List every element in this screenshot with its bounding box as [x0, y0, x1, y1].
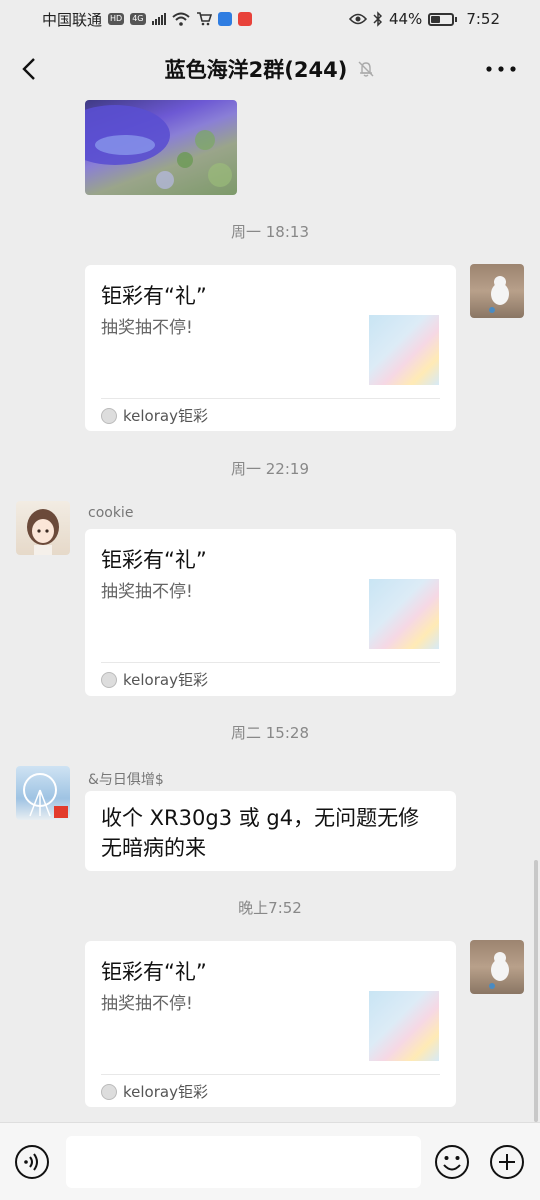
card-source: keloray钜彩: [101, 1081, 208, 1102]
scrollbar[interactable]: [534, 860, 538, 1122]
link-card[interactable]: 钜彩有“礼” 抽奖抽不停! keloray钜彩: [85, 529, 456, 696]
card-thumbnail: [369, 579, 439, 649]
timestamp: 晚上7:52: [238, 899, 302, 917]
card-divider: [101, 662, 440, 663]
back-arrow-icon[interactable]: [16, 54, 46, 84]
wifi-icon: [171, 12, 190, 26]
source-logo-icon: [101, 407, 117, 424]
source-logo-icon: [101, 1083, 117, 1100]
avatar[interactable]: [16, 766, 70, 820]
clock: 7:52: [466, 10, 500, 28]
chat-header: 蓝色海洋2群(244): [0, 38, 540, 100]
cloud-app-icon: [217, 12, 232, 26]
battery-icon: [428, 12, 458, 26]
bear-figure-avatar-image: [489, 952, 509, 989]
battery-fill: [431, 15, 441, 23]
girl-avatar-image: [27, 509, 59, 555]
card-description: 抽奖抽不停!: [101, 318, 193, 338]
image-message[interactable]: [85, 100, 237, 195]
card-source-label: keloray钜彩: [123, 1083, 208, 1101]
eye-icon: [348, 13, 367, 25]
card-title: 钜彩有“礼”: [101, 548, 207, 572]
timestamp: 周一 22:19: [231, 460, 309, 478]
card-description: 抽奖抽不停!: [101, 994, 193, 1014]
avatar[interactable]: [470, 940, 524, 994]
emoji-icon[interactable]: [434, 1144, 470, 1180]
more-icon[interactable]: [484, 54, 518, 84]
chat-area[interactable]: 周一 18:13 钜彩有“礼” 抽奖抽不停! keloray钜彩 周一 22:1…: [0, 100, 540, 1122]
carrier-label: 中国联通: [42, 10, 103, 29]
card-divider: [101, 398, 440, 399]
timestamp: 周一 18:13: [231, 223, 309, 241]
text-message[interactable]: 收个 XR30g3 或 g4，无问题无修无暗病的来: [85, 791, 456, 871]
page-title: 蓝色海洋2群(244): [164, 58, 348, 82]
timestamp: 周二 15:28: [231, 724, 309, 742]
voice-icon[interactable]: [14, 1144, 50, 1180]
cart-icon: [196, 12, 212, 26]
network-badge: 4G: [130, 13, 146, 25]
card-source: keloray钜彩: [101, 669, 208, 690]
status-right: 44% 7:52: [348, 10, 500, 28]
bear-figure-avatar-image: [489, 276, 509, 313]
sender-name: cookie: [88, 505, 134, 521]
avatar[interactable]: [470, 264, 524, 318]
red-app-icon: [237, 12, 252, 26]
card-source-label: keloray钜彩: [123, 671, 208, 689]
link-card[interactable]: 钜彩有“礼” 抽奖抽不停! keloray钜彩: [85, 265, 456, 431]
status-left: 中国联通 HD 4G: [42, 9, 252, 30]
card-thumbnail: [369, 991, 439, 1061]
input-bar: [0, 1122, 540, 1200]
mute-bell-icon: [358, 61, 374, 77]
status-bar: 中国联通 HD 4G 44% 7:52: [0, 0, 540, 38]
sender-name: &与日俱增$: [88, 772, 164, 788]
plus-icon[interactable]: [489, 1144, 525, 1180]
avatar[interactable]: [16, 501, 70, 555]
signal-icon: [151, 13, 166, 25]
card-title: 钜彩有“礼”: [101, 284, 207, 308]
message-input[interactable]: [66, 1136, 421, 1188]
fish-image: [85, 105, 232, 189]
ferris-wheel-avatar-image: [23, 773, 68, 818]
link-card[interactable]: 钜彩有“礼” 抽奖抽不停! keloray钜彩: [85, 941, 456, 1107]
source-logo-icon: [101, 671, 117, 688]
card-thumbnail: [369, 315, 439, 385]
card-source: keloray钜彩: [101, 405, 208, 426]
card-source-label: keloray钜彩: [123, 407, 208, 425]
card-divider: [101, 1074, 440, 1075]
hd-badge: HD: [108, 13, 125, 25]
title-wrap: 蓝色海洋2群(244): [165, 54, 376, 84]
card-description: 抽奖抽不停!: [101, 582, 193, 602]
battery-percent: 44%: [388, 10, 423, 28]
bluetooth-icon: [373, 11, 383, 27]
card-title: 钜彩有“礼”: [101, 960, 207, 984]
